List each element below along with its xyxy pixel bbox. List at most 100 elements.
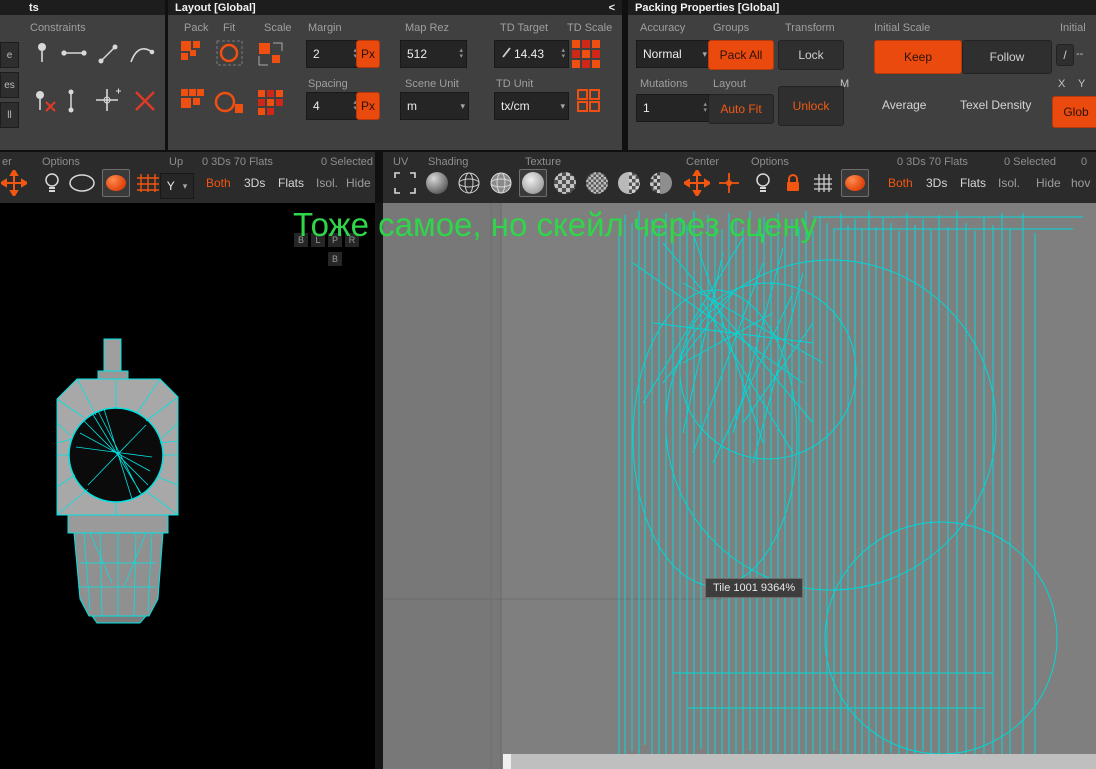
edge-button-1[interactable]: e [0, 42, 19, 68]
lightbulb-icon[interactable] [38, 169, 66, 197]
mutations-spinner[interactable]: ▴ ▾ [703, 101, 707, 114]
sphere-half-checker-dark-icon[interactable] [647, 169, 675, 197]
both-toggle[interactable]: Both [206, 176, 231, 190]
isolate-toggle[interactable]: Isol. [998, 176, 1020, 190]
accuracy-dropdown[interactable]: Normal ▾ [636, 40, 711, 68]
td-scale-label: TD Scale [567, 22, 613, 34]
line-constraint-icon[interactable] [96, 42, 120, 66]
follow-button[interactable]: Follow [962, 40, 1052, 74]
scale-checker-icon[interactable] [256, 88, 286, 116]
panel-title-fragment: ts [29, 1, 39, 14]
fit-alt-icon[interactable] [214, 88, 244, 116]
vertical-constraint-icon[interactable] [64, 88, 78, 114]
ellipse-shading-icon[interactable] [66, 169, 98, 197]
uv-toolbar: UV Shading Texture Center Options 0 3Ds … [383, 152, 1096, 203]
sphere-shaded-icon[interactable] [423, 169, 451, 197]
isolate-toggle[interactable]: Isol. [316, 176, 338, 190]
scene-unit-label: Scene Unit [405, 78, 459, 90]
axis-dropdown[interactable]: Y ▾ [160, 173, 194, 199]
td-unit-dropdown[interactable]: tx/cm ▾ [494, 92, 569, 120]
marquee-select-icon[interactable] [391, 169, 419, 197]
layout-panel: Layout [Global] < Pack Fit Scale Margin … [168, 0, 622, 150]
center-selection-icon[interactable] [715, 169, 743, 197]
keep-button[interactable]: Keep [874, 40, 962, 74]
sphere-half-checker-icon[interactable] [615, 169, 643, 197]
mutations-input[interactable]: 1 ▴ ▾ [636, 94, 711, 122]
lightbulb-icon[interactable] [749, 169, 777, 197]
packing-panel: Packing Properties [Global] Accuracy Gro… [628, 0, 1096, 150]
viewport-3d[interactable]: B L P R B [0, 203, 375, 769]
distance-constraint-icon[interactable] [60, 44, 88, 62]
sphere-checker-fine-icon[interactable] [583, 169, 611, 197]
scene-unit-dropdown[interactable]: m ▾ [400, 92, 469, 120]
stats-label: 0 3Ds 70 Flats [202, 156, 273, 168]
trellis-icon[interactable] [134, 169, 162, 197]
pack-icon[interactable] [180, 40, 206, 66]
edge-button-2[interactable]: es [0, 72, 19, 98]
pin-constraint-icon[interactable] [32, 40, 52, 66]
orange-material-icon[interactable] [841, 169, 869, 197]
pin-delete-icon[interactable] [32, 88, 58, 114]
pack-all-button[interactable]: Pack All [708, 40, 774, 70]
flats-toggle[interactable]: Flats [278, 176, 304, 190]
threeds-toggle[interactable]: 3Ds [244, 176, 265, 190]
sphere-wireframe-icon[interactable] [455, 169, 483, 197]
map-rez-spinner[interactable]: ▴ ▾ [459, 47, 463, 60]
collapse-left-icon[interactable]: < [609, 2, 615, 14]
spacing-input[interactable]: 4 ▴▾ [306, 92, 361, 120]
packing-panel-title: Packing Properties [Global] [628, 0, 1096, 15]
pack-alt-icon[interactable] [180, 88, 206, 114]
texel-density-label[interactable]: Texel Density [960, 98, 1031, 112]
td-target-input[interactable]: 14.43 ▴ ▾ [494, 40, 569, 68]
threeds-toggle[interactable]: 3Ds [926, 176, 947, 190]
chevron-down-icon: ▾ [460, 100, 465, 111]
margin-px-button[interactable]: Px [356, 40, 380, 68]
average-label[interactable]: Average [882, 98, 926, 112]
mutations-label: Mutations [640, 78, 688, 90]
viewport-divider[interactable] [375, 203, 383, 769]
sphere-flat-icon[interactable] [519, 169, 547, 197]
center-pivot-icon[interactable] [0, 169, 28, 197]
grid-icon[interactable] [809, 169, 837, 197]
auto-fit-button[interactable]: Auto Fit [708, 94, 774, 124]
scale-icon[interactable] [256, 40, 286, 68]
viewer-title-fragment: er [2, 156, 12, 168]
map-rez-input[interactable]: 512 ▴ ▾ [400, 40, 467, 68]
spacing-px-button[interactable]: Px [356, 92, 380, 120]
options-label[interactable]: Options [42, 156, 80, 168]
viewport-uv[interactable]: Tile 1001 9364% [383, 203, 1096, 769]
viewer-toolbar: er Options Up 0 3Ds 70 Flats 0 Selected … [0, 152, 375, 203]
hover-toggle-fragment[interactable]: hov [1071, 176, 1090, 190]
td-target-spinner[interactable]: ▴ ▾ [561, 47, 565, 60]
options-label[interactable]: Options [751, 156, 789, 168]
lock-button[interactable]: Lock [778, 40, 844, 70]
crosshair-constraint-icon[interactable] [92, 86, 122, 114]
orange-material-icon[interactable] [102, 169, 130, 197]
both-toggle[interactable]: Both [888, 176, 913, 190]
layout-label: Layout [713, 78, 747, 90]
transform-label: Transform [785, 22, 835, 34]
td-scale-icon[interactable] [570, 38, 602, 70]
x-label: X [1058, 78, 1066, 90]
sphere-wire-shaded-icon[interactable] [487, 169, 515, 197]
td-scale-alt-icon[interactable] [576, 88, 602, 114]
slash-button[interactable]: / [1056, 44, 1074, 66]
lock-icon[interactable] [779, 169, 807, 197]
fit-icon[interactable] [216, 40, 244, 66]
delete-constraint-icon[interactable] [132, 88, 158, 114]
texture-label: Texture [525, 156, 562, 168]
chevron-down-icon: ▾ [182, 180, 188, 191]
sphere-checker-icon[interactable] [551, 169, 579, 197]
unlock-button[interactable]: Unlock [778, 86, 844, 126]
selected-stats-label: 0 Selected [1004, 156, 1056, 168]
curve-constraint-icon[interactable] [128, 42, 156, 66]
flats-toggle[interactable]: Flats [960, 176, 986, 190]
groups-label: Groups [713, 22, 750, 34]
edge-button-3[interactable]: ll [0, 102, 19, 128]
hide-toggle[interactable]: Hide [346, 176, 371, 190]
margin-input[interactable]: 2 ▴▾ [306, 40, 361, 68]
axis-letter-b2[interactable]: B [328, 252, 342, 266]
glob-button[interactable]: Glob [1052, 96, 1096, 128]
hide-toggle[interactable]: Hide [1036, 176, 1061, 190]
center-view-icon[interactable] [683, 169, 711, 197]
